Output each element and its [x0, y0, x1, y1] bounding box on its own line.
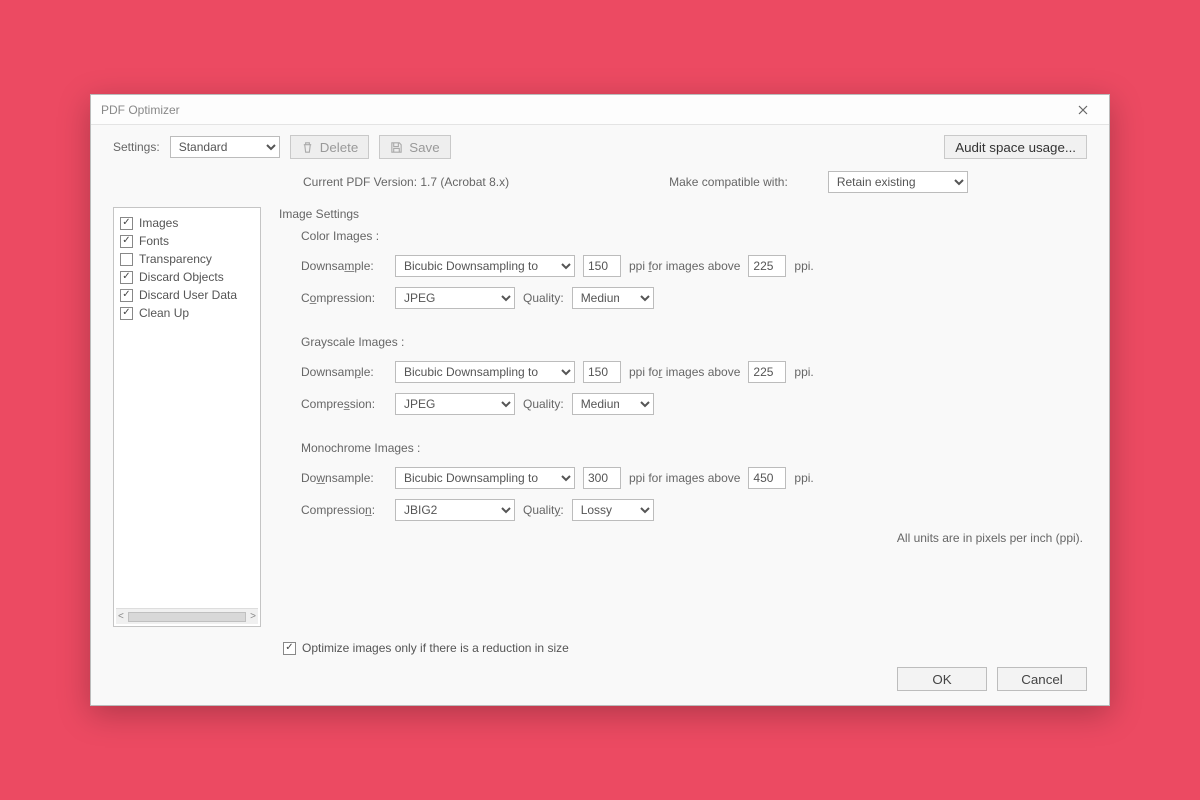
grayscale-images-group: Grayscale Images : Downsample: Bicubic D…	[301, 335, 1087, 415]
image-settings-panel: Image Settings Color Images : Downsample…	[279, 207, 1087, 627]
dialog-footer: OK Cancel	[113, 667, 1087, 691]
checkbox[interactable]	[120, 271, 133, 284]
downsample-label: Downsample:	[301, 259, 387, 273]
window-title: PDF Optimizer	[101, 103, 180, 117]
category-list: Images Fonts Transparency Discard Object…	[113, 207, 261, 627]
gray-threshold-ppi[interactable]	[748, 361, 786, 383]
pdf-optimizer-dialog: PDF Optimizer Settings: Standard Delete …	[90, 94, 1110, 706]
horizontal-scrollbar[interactable]: < >	[116, 608, 258, 624]
mono-downsample-select[interactable]: Bicubic Downsampling to	[395, 467, 575, 489]
color-images-group: Color Images : Downsample: Bicubic Downs…	[301, 229, 1087, 309]
close-button[interactable]	[1063, 97, 1103, 123]
scroll-left-icon[interactable]: <	[118, 611, 124, 622]
units-note: All units are in pixels per inch (ppi).	[279, 531, 1083, 545]
color-quality-select[interactable]: Medium	[572, 287, 654, 309]
gray-target-ppi[interactable]	[583, 361, 621, 383]
optimize-only-row[interactable]: Optimize images only if there is a reduc…	[283, 641, 1087, 655]
trash-icon	[301, 141, 314, 154]
gray-heading: Grayscale Images :	[301, 335, 1087, 349]
save-icon	[390, 141, 403, 154]
compression-label: Compression:	[301, 291, 387, 305]
cancel-button[interactable]: Cancel	[997, 667, 1087, 691]
sidebar-item-transparency[interactable]: Transparency	[120, 250, 258, 268]
mono-threshold-ppi[interactable]	[748, 467, 786, 489]
settings-row: Settings: Standard Delete Save Audit spa…	[113, 135, 1087, 159]
optimize-only-checkbox[interactable]	[283, 642, 296, 655]
mono-quality-select[interactable]: Lossy	[572, 499, 654, 521]
checkbox[interactable]	[120, 289, 133, 302]
mono-target-ppi[interactable]	[583, 467, 621, 489]
sidebar-item-discard-objects[interactable]: Discard Objects	[120, 268, 258, 286]
panel-title: Image Settings	[279, 207, 1087, 221]
compat-select[interactable]: Retain existing	[828, 171, 968, 193]
compat-label: Make compatible with:	[669, 175, 788, 189]
pdf-version-text: Current PDF Version: 1.7 (Acrobat 8.x)	[303, 175, 509, 189]
scroll-thumb[interactable]	[128, 612, 246, 622]
monochrome-images-group: Monochrome Images : Downsample: Bicubic …	[301, 441, 1087, 521]
checkbox[interactable]	[120, 253, 133, 266]
settings-select[interactable]: Standard	[170, 136, 280, 158]
gray-quality-select[interactable]: Medium	[572, 393, 654, 415]
info-row: Current PDF Version: 1.7 (Acrobat 8.x) M…	[303, 171, 1087, 193]
gray-downsample-select[interactable]: Bicubic Downsampling to	[395, 361, 575, 383]
sidebar-item-clean-up[interactable]: Clean Up	[120, 304, 258, 322]
sidebar-item-images[interactable]: Images	[120, 214, 258, 232]
color-downsample-select[interactable]: Bicubic Downsampling to	[395, 255, 575, 277]
titlebar: PDF Optimizer	[91, 95, 1109, 125]
delete-button[interactable]: Delete	[290, 135, 370, 159]
optimize-only-label: Optimize images only if there is a reduc…	[302, 641, 569, 655]
sidebar-item-discard-user-data[interactable]: Discard User Data	[120, 286, 258, 304]
checkbox[interactable]	[120, 235, 133, 248]
quality-label: Quality:	[523, 291, 564, 305]
mono-heading: Monochrome Images :	[301, 441, 1087, 455]
gray-compression-select[interactable]: JPEG	[395, 393, 515, 415]
sidebar-item-fonts[interactable]: Fonts	[120, 232, 258, 250]
checkbox[interactable]	[120, 307, 133, 320]
save-button[interactable]: Save	[379, 135, 450, 159]
close-icon	[1078, 105, 1088, 115]
mono-compression-select[interactable]: JBIG2	[395, 499, 515, 521]
audit-space-button[interactable]: Audit space usage...	[944, 135, 1087, 159]
ok-button[interactable]: OK	[897, 667, 987, 691]
checkbox[interactable]	[120, 217, 133, 230]
settings-label: Settings:	[113, 140, 160, 154]
color-heading: Color Images :	[301, 229, 1087, 243]
color-threshold-ppi[interactable]	[748, 255, 786, 277]
color-compression-select[interactable]: JPEG	[395, 287, 515, 309]
scroll-right-icon[interactable]: >	[250, 611, 256, 622]
color-target-ppi[interactable]	[583, 255, 621, 277]
